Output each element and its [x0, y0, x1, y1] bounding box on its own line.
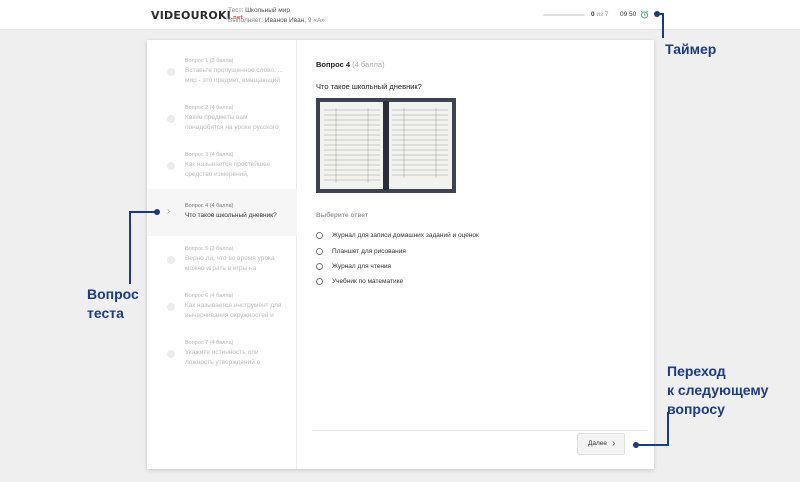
radio-button[interactable]: [316, 232, 323, 239]
question-item-5[interactable]: Вопрос 5 (3 балла) Верно ли, что во врем…: [147, 240, 297, 287]
answer-option-label: Планшет для рисования: [332, 248, 406, 255]
answer-option-label: Журнал для записи домашних заданий и оце…: [332, 232, 479, 239]
question-preview: Как называется простейшее средство измере…: [185, 161, 271, 178]
question-status-dot: [167, 350, 175, 358]
radio-button[interactable]: [316, 248, 323, 255]
test-name: Школьный мир: [245, 7, 291, 14]
question-head: Вопрос 3 (4 балла): [185, 152, 234, 158]
question-item-4-active[interactable]: › Вопрос 4 (4 балла) Что такое школьный …: [147, 189, 297, 236]
test-label: Тест:: [228, 7, 244, 14]
answer-label: Выберите ответ: [316, 212, 369, 219]
annotation-question: Вопрос теста: [87, 286, 139, 321]
question-item-6[interactable]: Вопрос 6 (4 балла) Как называется инстру…: [147, 287, 297, 334]
executor-name: Иванов Иван: [264, 17, 305, 24]
test-info: Тест: Школьный мир Выполняет: Иванов Ива…: [228, 6, 325, 26]
question-status-dot: [167, 162, 175, 170]
question-status-dot: [167, 303, 175, 311]
executor-class: , 9 «А»: [304, 17, 325, 24]
question-panel: Вопрос 4 (4 балла) Что такое школьный дн…: [298, 40, 654, 469]
question-status-dot: [167, 115, 175, 123]
question-points: (4 балла): [352, 60, 385, 69]
annotation-timer: Таймер: [665, 41, 717, 57]
radio-button[interactable]: [316, 263, 323, 270]
progress-bar: [543, 14, 585, 16]
question-status-dot: [167, 256, 175, 264]
question-head: Вопрос 6 (4 балла): [185, 293, 234, 299]
question-head: Вопрос 4 (4 балла): [185, 203, 234, 209]
question-list: Вопрос 1 (3 балла) Вставьте пропущенное …: [147, 40, 297, 469]
question-title: Вопрос 4 (4 балла): [316, 60, 385, 69]
question-preview: Укажите истинность или ложность утвержден…: [185, 349, 261, 366]
test-card: Вопрос 1 (3 балла) Вставьте пропущенное …: [147, 40, 654, 469]
radio-button[interactable]: [316, 278, 323, 285]
open-diary-image: [316, 98, 456, 193]
question-head: Вопрос 1 (3 балла): [185, 58, 234, 64]
question-item-3[interactable]: Вопрос 3 (4 балла) Как называется просте…: [147, 146, 297, 193]
answer-option-label: Учебник по математике: [332, 278, 404, 285]
question-preview: Верно ли, что во время урока можно играть…: [185, 255, 275, 272]
question-head: Вопрос 2 (4 балла): [185, 105, 234, 111]
top-header: VIDEOUROKI.net Тест: Школьный мир Выполн…: [0, 0, 800, 30]
annotation-next: Переход к следующему вопросу: [667, 363, 769, 417]
executor-label: Выполняет:: [228, 17, 264, 24]
question-item-1[interactable]: Вопрос 1 (3 балла) Вставьте пропущенное …: [147, 52, 297, 99]
question-item-7[interactable]: Вопрос 7 (4 балла) Укажите истинность ил…: [147, 334, 297, 381]
next-button[interactable]: Далее ›: [577, 433, 625, 455]
question-head: Вопрос 5 (3 балла): [185, 246, 234, 252]
progress-count: 0 из 7: [591, 11, 609, 18]
alarm-clock-icon: [640, 10, 649, 19]
question-preview: Как называется инструмент для вычерчивани…: [185, 302, 282, 319]
question-status-dot: [167, 68, 175, 76]
question-preview: Какие предметы вам понадобятся на уроке р…: [185, 114, 279, 131]
answer-option-label: Журнал для чтения: [332, 263, 392, 270]
chevron-right-icon: ›: [612, 438, 616, 449]
question-item-2[interactable]: Вопрос 2 (4 балла) Какие предметы вам пон…: [147, 99, 297, 146]
chevron-right-icon: ›: [167, 206, 171, 217]
timer-value: 09 50: [620, 11, 637, 18]
footer-divider: [312, 430, 648, 431]
next-button-label: Далее: [588, 440, 608, 447]
question-preview: Вставьте пропущенное слово. ... мир - это…: [185, 67, 284, 84]
question-head: Вопрос 7 (4 балла): [185, 340, 234, 346]
question-preview: Что такое школьный дневник?: [185, 212, 277, 219]
question-text: Что такое школьный дневник?: [316, 82, 422, 91]
